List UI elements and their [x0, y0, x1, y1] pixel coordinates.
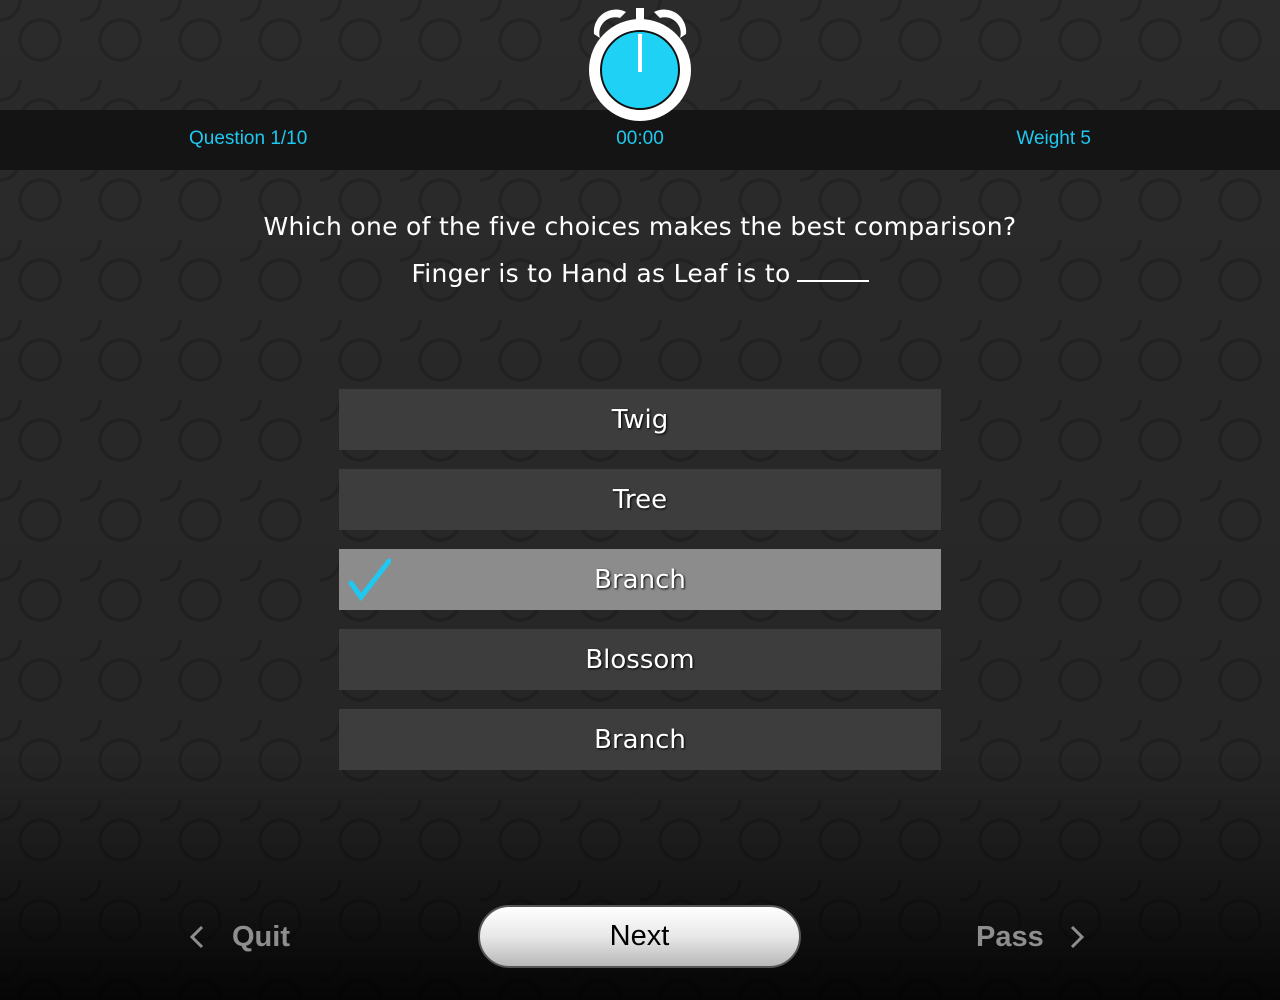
- chevron-left-icon: [189, 925, 204, 949]
- checkmark-icon: [348, 558, 391, 601]
- quit-button[interactable]: Quit: [186, 917, 290, 957]
- choice-label: Branch: [594, 564, 686, 595]
- next-button[interactable]: Next: [478, 905, 801, 968]
- alarm-clock-icon: [589, 8, 691, 121]
- choice-label: Blossom: [585, 644, 695, 675]
- pass-button[interactable]: Pass: [976, 917, 1088, 957]
- weight-label: Weight 5: [1016, 128, 1091, 149]
- choice-option[interactable]: Branch: [339, 549, 941, 610]
- quit-label: Quit: [232, 920, 290, 953]
- choice-label: Branch: [594, 724, 686, 755]
- pass-label: Pass: [976, 920, 1044, 953]
- question-prompt: Which one of the five choices makes the …: [263, 212, 1017, 241]
- question-stem-line: Finger is to Hand as Leaf is to: [0, 259, 1280, 288]
- choice-option[interactable]: Branch: [339, 709, 941, 770]
- chevron-right-icon: [1070, 925, 1084, 949]
- question-stem: Finger is to Hand as Leaf is to: [411, 259, 791, 288]
- choice-option[interactable]: Twig: [339, 389, 941, 450]
- answer-blank: [796, 270, 869, 282]
- choice-list: Twig Tree Branch Blossom Branch: [339, 389, 941, 789]
- choice-option[interactable]: Tree: [339, 469, 941, 530]
- choice-option[interactable]: Blossom: [339, 629, 941, 690]
- choice-label: Twig: [611, 404, 669, 435]
- choice-label: Tree: [612, 484, 668, 515]
- question-area: Which one of the five choices makes the …: [0, 212, 1280, 306]
